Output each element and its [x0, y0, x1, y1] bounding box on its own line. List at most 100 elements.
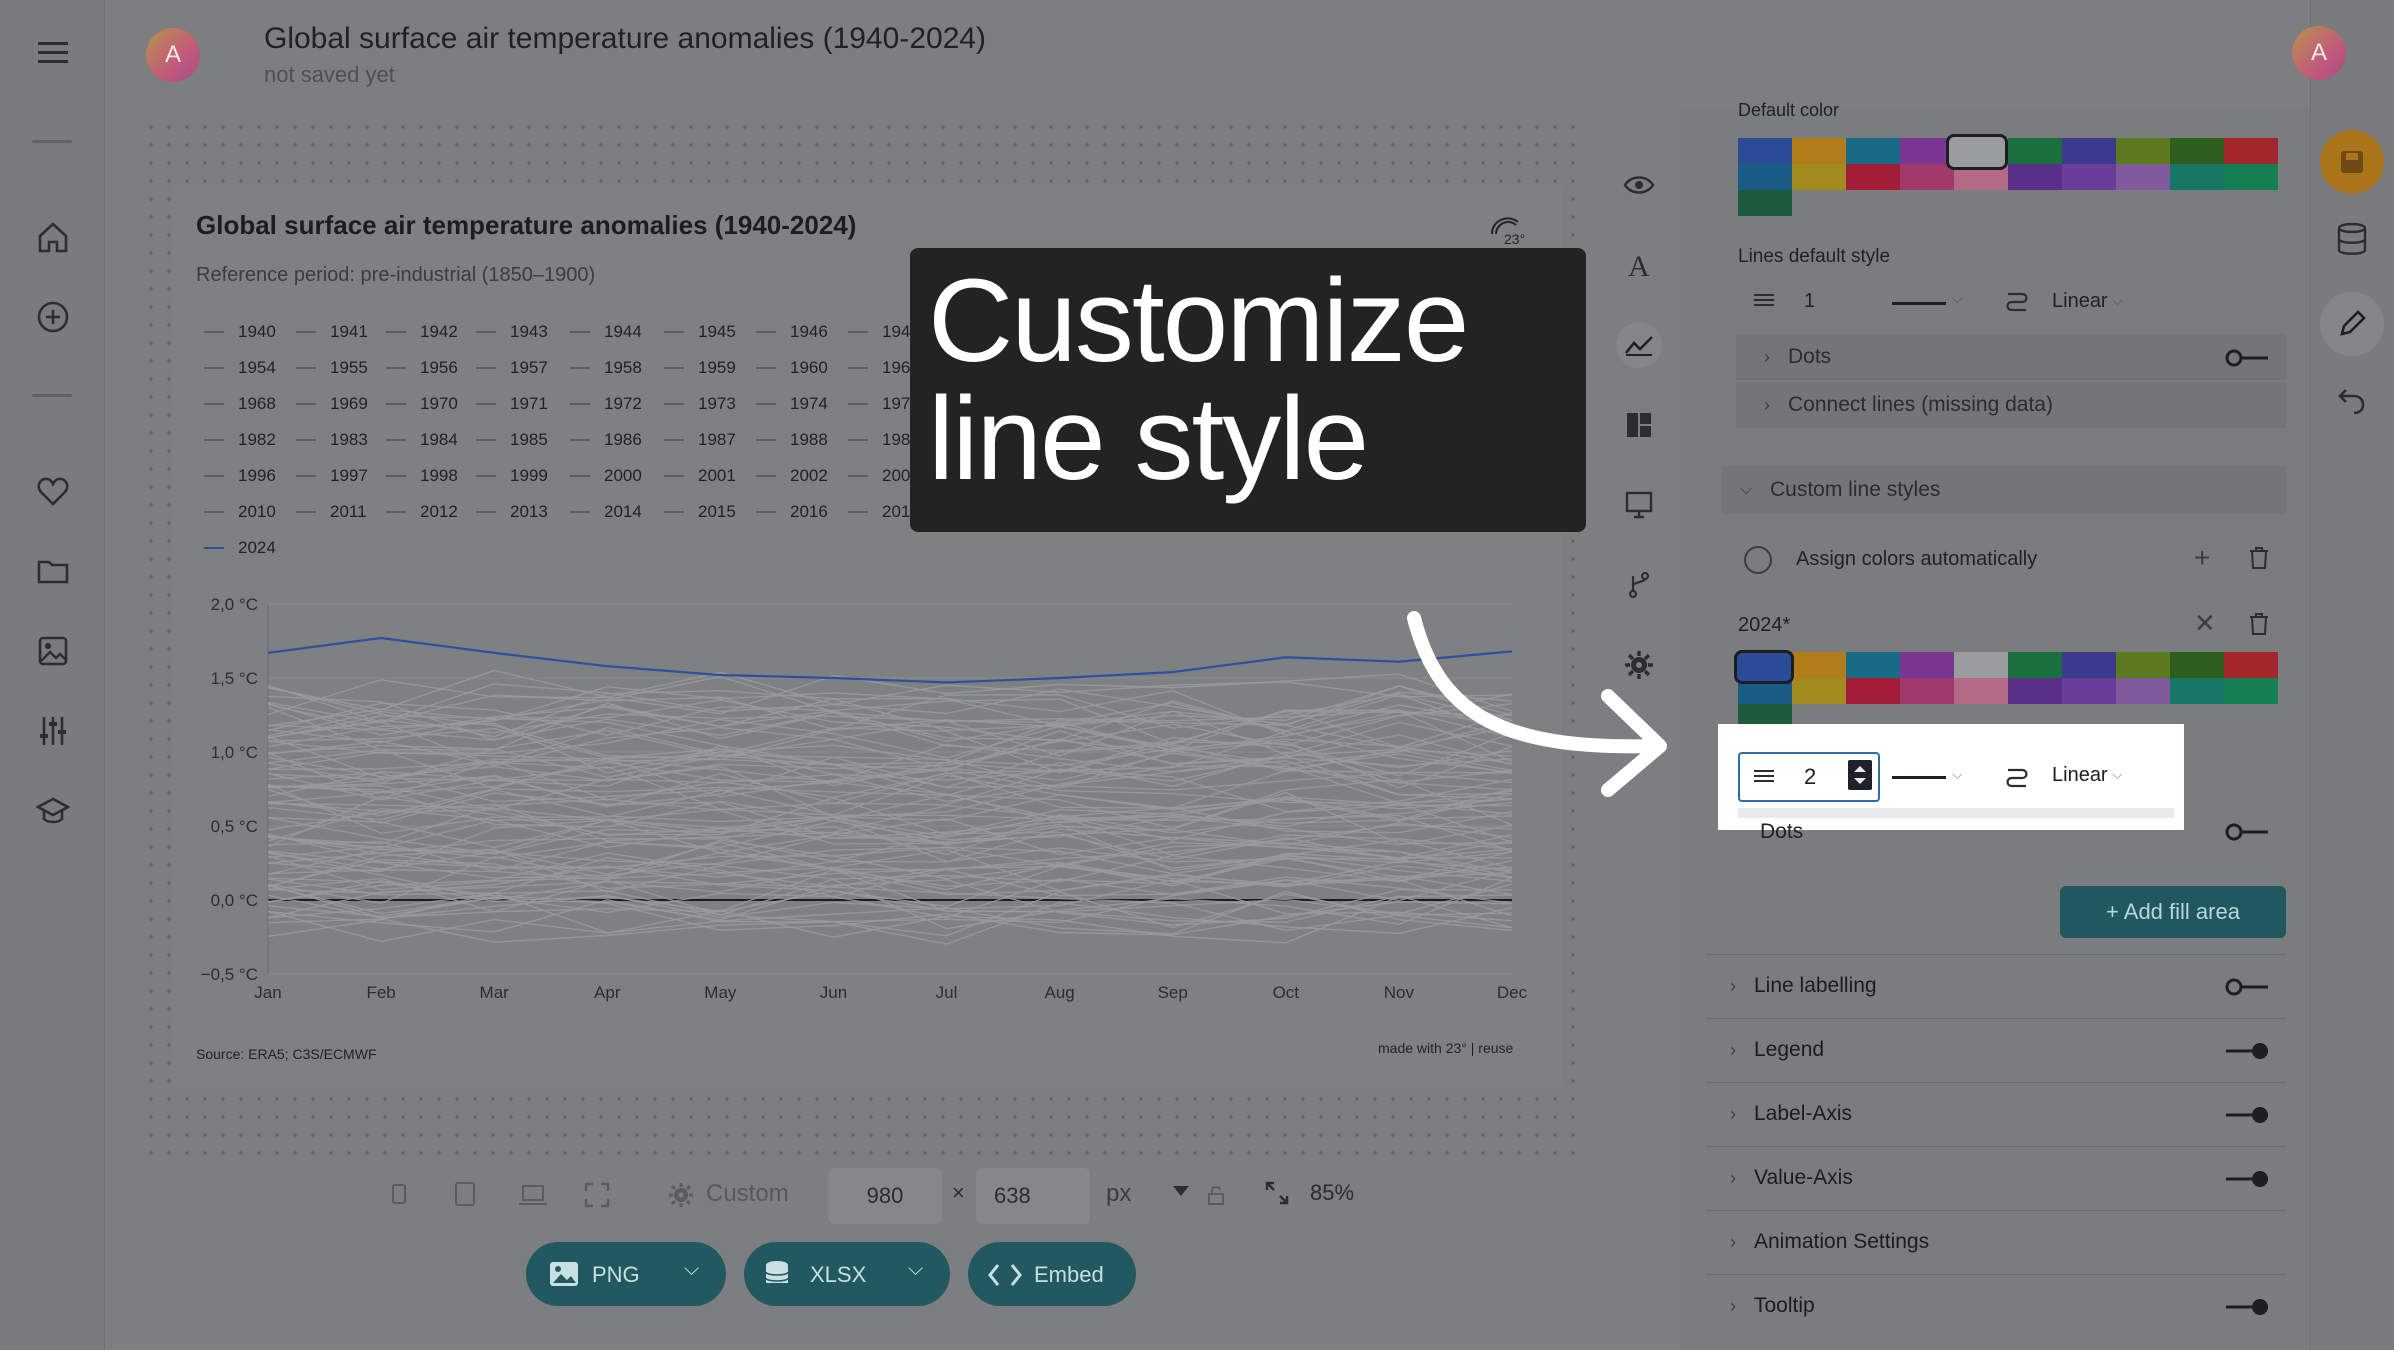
legend-item[interactable]: 1946 — [756, 322, 828, 342]
annotate-icon[interactable] — [1616, 482, 1662, 528]
legend-item[interactable]: 1971 — [476, 394, 548, 414]
accordion-section[interactable]: › Value-Axis — [1706, 1146, 2286, 1209]
legend-item[interactable]: 2002 — [756, 466, 828, 486]
color-swatch[interactable] — [1792, 678, 1846, 704]
color-swatch[interactable] — [2116, 678, 2170, 704]
save-icon[interactable] — [2320, 130, 2384, 194]
home-icon[interactable] — [30, 214, 76, 260]
color-swatch[interactable] — [2008, 652, 2062, 678]
toggle-on[interactable] — [2224, 1297, 2268, 1315]
legend-item[interactable]: 1955 — [296, 358, 368, 378]
accordion-section[interactable]: › Legend — [1706, 1018, 2286, 1081]
color-swatch[interactable] — [2116, 138, 2170, 164]
heart-icon[interactable] — [30, 468, 76, 514]
legend-item[interactable]: 1954 — [204, 358, 276, 378]
accordion-section[interactable]: › Line labelling — [1706, 954, 2286, 1017]
color-swatch[interactable] — [2008, 138, 2062, 164]
legend-item[interactable]: 2001 — [664, 466, 736, 486]
chart-subtitle[interactable]: Reference period: pre-industrial (1850–1… — [196, 264, 595, 287]
color-swatch[interactable] — [2170, 138, 2224, 164]
line-width-value[interactable]: 1 — [1804, 290, 1815, 313]
color-swatch[interactable] — [2170, 164, 2224, 190]
text-icon[interactable]: A — [1616, 242, 1662, 288]
color-swatch[interactable] — [2224, 164, 2278, 190]
size-preset-label[interactable]: Custom — [706, 1180, 789, 1208]
legend-item[interactable]: 1968 — [204, 394, 276, 414]
sliders-icon[interactable] — [30, 708, 76, 754]
color-swatch[interactable] — [1846, 164, 1900, 190]
color-swatch[interactable] — [2008, 164, 2062, 190]
line-width-input[interactable]: 2 — [1804, 764, 1816, 790]
legend-item[interactable]: 2013 — [476, 502, 548, 522]
color-swatch[interactable] — [1954, 652, 2008, 678]
line-chart-icon[interactable] — [1616, 322, 1662, 368]
legend-item[interactable]: 1984 — [386, 430, 458, 450]
laptop-preview-icon[interactable] — [518, 1182, 548, 1213]
legend-item[interactable]: 2000 — [570, 466, 642, 486]
custom-line-styles-header[interactable]: ⌵ Custom line styles — [1722, 466, 2286, 514]
color-swatch[interactable] — [1738, 138, 1792, 164]
color-swatch[interactable] — [2116, 652, 2170, 678]
folder-icon[interactable] — [30, 548, 76, 594]
chevron-down-icon[interactable]: ⌵ — [2112, 292, 2123, 309]
legend-item[interactable]: 1960 — [756, 358, 828, 378]
legend-item[interactable]: 2014 — [570, 502, 642, 522]
color-swatch[interactable] — [2170, 678, 2224, 704]
accordion-section[interactable]: › Label-Axis — [1706, 1082, 2286, 1145]
accordion-section[interactable]: › Animation Settings — [1706, 1210, 2286, 1273]
chart-title[interactable]: Global surface air temperature anomalies… — [196, 210, 856, 241]
color-swatch[interactable] — [2224, 678, 2278, 704]
plus-circle-icon[interactable] — [30, 294, 76, 340]
legend-item[interactable]: 1943 — [476, 322, 548, 342]
toggle-on[interactable] — [2224, 1041, 2268, 1059]
chevron-down-icon[interactable]: ⌵ — [1952, 766, 1963, 783]
chevron-down-icon[interactable]: ⌵ — [684, 1258, 699, 1281]
legend-item[interactable]: 1996 — [204, 466, 276, 486]
png-export-button[interactable]: PNG ⌵ — [526, 1242, 726, 1306]
color-swatch[interactable] — [2170, 652, 2224, 678]
add-fill-area-button[interactable]: + Add fill area — [2060, 886, 2286, 938]
avatar[interactable]: A — [2292, 26, 2346, 80]
avatar[interactable]: A — [146, 28, 200, 82]
legend-item[interactable]: 1942 — [386, 322, 458, 342]
legend-item[interactable]: 1974 — [756, 394, 828, 414]
legend-item[interactable]: 1997 — [296, 466, 368, 486]
color-swatch[interactable] — [1846, 678, 1900, 704]
accordion-section[interactable]: › Tooltip — [1706, 1274, 2286, 1337]
legend-item[interactable]: 1969 — [296, 394, 368, 414]
color-swatch[interactable] — [2062, 678, 2116, 704]
chevron-down-icon[interactable]: ⌵ — [1952, 290, 1963, 307]
undo-icon[interactable] — [2336, 386, 2368, 421]
chevron-down-icon[interactable]: ⌵ — [908, 1258, 923, 1281]
color-swatch[interactable] — [1846, 652, 1900, 678]
made-with-credit[interactable]: made with 23° | reuse — [1378, 1040, 1513, 1056]
edit-pencil-icon[interactable] — [2320, 292, 2384, 356]
legend-item[interactable]: 1986 — [570, 430, 642, 450]
color-swatch[interactable] — [1846, 138, 1900, 164]
legend-item[interactable]: 1987 — [664, 430, 736, 450]
dots-toggle[interactable] — [2224, 348, 2268, 367]
legend-item[interactable]: 2010 — [204, 502, 276, 522]
legend-item[interactable]: 1999 — [476, 466, 548, 486]
interpolation-select[interactable]: Linear — [2052, 290, 2108, 313]
color-swatch[interactable] — [1792, 164, 1846, 190]
color-swatch[interactable] — [2116, 164, 2170, 190]
assign-colors-radio[interactable] — [1744, 546, 1772, 574]
stepper-arrows-icon[interactable] — [1848, 760, 1872, 790]
legend-item[interactable]: 1958 — [570, 358, 642, 378]
legend-item[interactable]: 1944 — [570, 322, 642, 342]
height-input[interactable]: 638 — [976, 1168, 1090, 1224]
close-icon[interactable]: ✕ — [2194, 608, 2216, 639]
legend-item[interactable]: 1940 — [204, 322, 276, 342]
trash-icon[interactable] — [2248, 612, 2270, 641]
legend-item[interactable]: 1941 — [296, 322, 368, 342]
graduation-cap-icon[interactable] — [30, 788, 76, 834]
caret-down-icon[interactable] — [1172, 1184, 1190, 1202]
legend-item[interactable]: 1956 — [386, 358, 458, 378]
legend-item[interactable]: 1959 — [664, 358, 736, 378]
color-swatch[interactable] — [2008, 678, 2062, 704]
selected-series-color[interactable] — [1734, 650, 1794, 684]
toggle-on[interactable] — [2224, 1105, 2268, 1123]
color-swatch[interactable] — [1900, 164, 1954, 190]
line-dash-style-select[interactable] — [1892, 302, 1946, 305]
